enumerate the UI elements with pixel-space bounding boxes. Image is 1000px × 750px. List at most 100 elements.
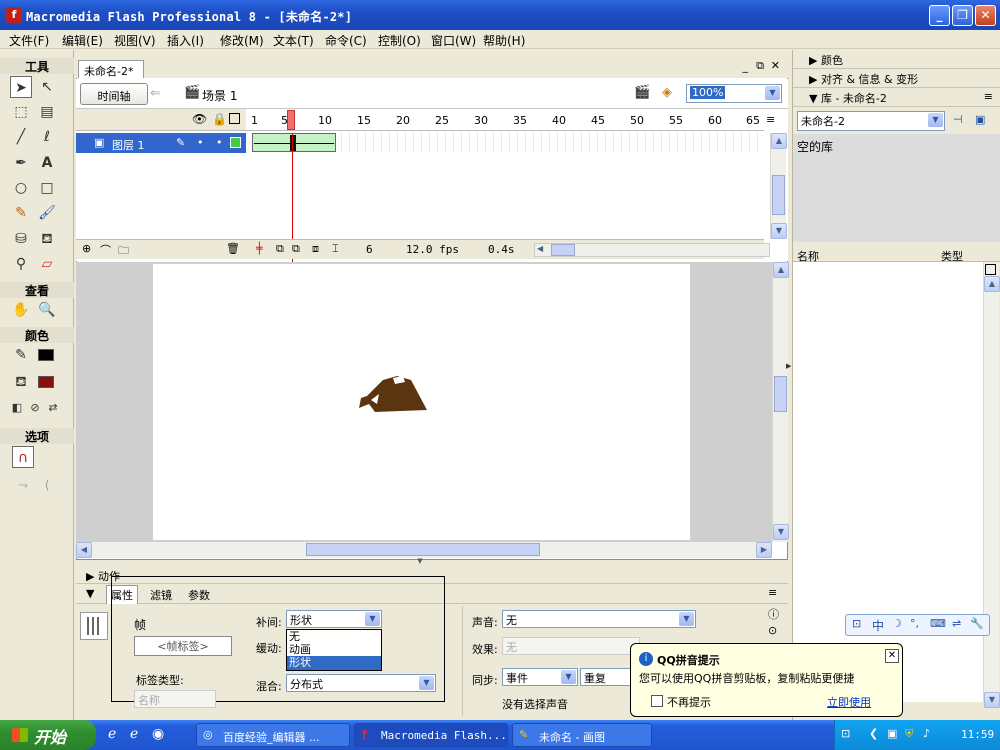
panel-menu-icon[interactable]: ≡ [984,90,993,103]
scroll-up-icon[interactable]: ▲ [771,133,787,149]
ime-mode[interactable]: 中 [872,617,884,634]
ie-icon[interactable]: ℯ [108,726,116,742]
label-type-select[interactable]: 名称 [134,690,216,708]
sound-select[interactable]: 无 ▼ [502,610,696,628]
scroll-left-icon[interactable]: ◀ [76,542,92,558]
sync-select[interactable]: 事件 ▼ [502,668,578,686]
edit-scene-icon[interactable]: 🎬 [634,85,650,100]
menu-text[interactable]: 文本(T) [273,32,314,49]
pencil-tool-icon[interactable]: ✎ [10,202,32,224]
eyedropper-tool-icon[interactable]: ⚲ [10,253,32,275]
delete-layer-icon[interactable]: 🗑 [226,242,240,255]
onion-markers-icon[interactable]: ⌶ [332,242,339,256]
tween-select[interactable]: 形状 ▼ [286,610,382,628]
scroll-thumb[interactable] [306,543,540,556]
gradient-transform-tool-icon[interactable]: ▤ [36,101,58,123]
close-button[interactable]: ✕ [975,5,996,26]
tray-arrow-icon[interactable]: ❮ [869,727,878,740]
panel-menu-icon[interactable]: ≡ [768,586,777,599]
dot-lock[interactable]: • [216,136,223,149]
start-button[interactable]: 开始 [0,720,96,750]
shape-tween-shape[interactable] [353,372,433,418]
lock-icon[interactable]: 🔒 [212,112,227,126]
frame-label-input[interactable]: <帧标签> [134,636,232,656]
add-folder-icon[interactable]: 🗀 [118,242,129,261]
panel-splitter-arrow[interactable]: ▶ [786,362,792,382]
library-vscroll[interactable]: ▲ ▼ [983,262,1000,708]
rectangle-tool-icon[interactable]: □ [36,177,58,199]
maximize-button[interactable]: ❐ [952,5,973,26]
expand-icon[interactable]: ⊙ [768,624,777,637]
line-tool-icon[interactable]: ╱ [10,126,32,148]
lasso-tool-icon[interactable]: ℓ [36,126,58,148]
ime-logo-icon[interactable]: ⊡ [852,617,861,630]
doc-minimize-icon[interactable]: _ [743,60,749,73]
subselection-tool-icon[interactable]: ↖ [36,76,58,98]
use-now-link[interactable]: 立即使用 [827,694,871,710]
outline-icon[interactable] [229,113,240,124]
pen-tool-icon[interactable]: ✒ [10,152,32,174]
back-arrow-icon[interactable]: ⇐ [150,86,161,101]
straighten-icon[interactable]: ⟨ [36,474,58,496]
menu-control[interactable]: 控制(O) [378,32,421,49]
timeline-toggle-button[interactable]: 时间轴 [80,83,148,105]
stage-hscroll[interactable]: ◀ ▶ [76,542,772,558]
blend-select[interactable]: 分布式 ▼ [286,674,436,692]
scroll-up-icon[interactable]: ▲ [984,276,1000,292]
fill-color-swatch[interactable] [38,376,54,388]
swap-colors-icon[interactable]: ⇄ [42,397,64,419]
library-box-icon[interactable] [985,264,996,275]
menu-window[interactable]: 窗口(W) [431,32,476,49]
color-panel-header[interactable]: ▶ 颜色 [793,50,1000,69]
dont-show-checkbox[interactable] [651,695,663,707]
timeline-menu-icon[interactable]: ≡ [766,113,775,126]
brush-tool-icon[interactable]: 🖌 [36,202,58,224]
tween-option-motion[interactable]: 动画 [287,643,381,656]
paint-bucket-tool-icon[interactable]: ⛾ [36,228,58,250]
chrome-icon[interactable]: ◉ [152,726,164,742]
frame-ruler[interactable]: 1 5 10 15 20 25 30 35 40 45 50 55 60 65 [246,109,764,131]
selection-tool-icon[interactable]: ➤ [10,76,32,98]
ime-tray-icon[interactable]: ⊡ [841,727,850,740]
eraser-tool-icon[interactable]: ▱ [36,253,58,275]
library-list[interactable] [793,262,983,702]
tween-option-shape[interactable]: 形状 [287,656,381,670]
effect-select[interactable]: 无 [502,637,640,655]
add-guide-icon[interactable]: ⌒ [100,242,111,258]
menu-insert[interactable]: 插入(I) [167,32,204,49]
text-tool-icon[interactable]: A [36,152,58,174]
scroll-down-icon[interactable]: ▼ [984,692,1000,708]
library-document-select[interactable]: 未命名-2 ▼ [797,111,945,131]
scroll-down-icon[interactable]: ▼ [771,223,787,239]
free-transform-tool-icon[interactable]: ⬚ [10,101,32,123]
menu-file[interactable]: 文件(F) [9,32,49,49]
document-tab[interactable]: 未命名-2* [78,60,144,78]
smooth-icon[interactable]: ⤳ [12,474,34,496]
minimize-button[interactable]: _ [929,5,950,26]
doc-close-icon[interactable]: ✕ [771,59,780,72]
library-panel-header[interactable]: ▼ 库 - 未命名-2 ≡ [793,88,1000,107]
collapse-panel-icon[interactable]: ▼ [400,558,440,565]
onion-skin-icon[interactable]: ⧉ [276,242,284,256]
close-icon[interactable]: ✕ [885,649,899,663]
playhead[interactable] [287,110,295,130]
stroke-color-swatch[interactable] [38,349,54,361]
edit-multiple-icon[interactable]: ⧈ [312,242,319,256]
snap-to-objects-icon[interactable]: ∩ [12,446,34,468]
punctuation-icon[interactable]: °, [910,617,919,630]
menu-view[interactable]: 视图(V) [114,32,156,49]
scroll-thumb[interactable] [772,175,785,215]
ime-toggle-icon[interactable]: ⇌ [952,617,961,630]
menu-commands[interactable]: 命令(C) [325,32,367,49]
onion-outline-icon[interactable]: ⧉ [292,242,300,256]
keyboard-icon[interactable]: ⌨ [930,617,946,630]
layer-outline-color[interactable] [230,137,241,148]
scroll-thumb[interactable] [551,244,575,256]
ink-bottle-tool-icon[interactable]: ⛁ [10,228,32,250]
network-icon[interactable]: ▣ [887,727,897,740]
tween-option-none[interactable]: 无 [287,630,381,643]
menu-edit[interactable]: 编辑(E) [62,32,103,49]
timeline-vscroll[interactable]: ▲ ▼ [770,133,787,239]
scroll-right-icon[interactable]: ▶ [756,542,772,558]
stage[interactable] [153,264,690,540]
